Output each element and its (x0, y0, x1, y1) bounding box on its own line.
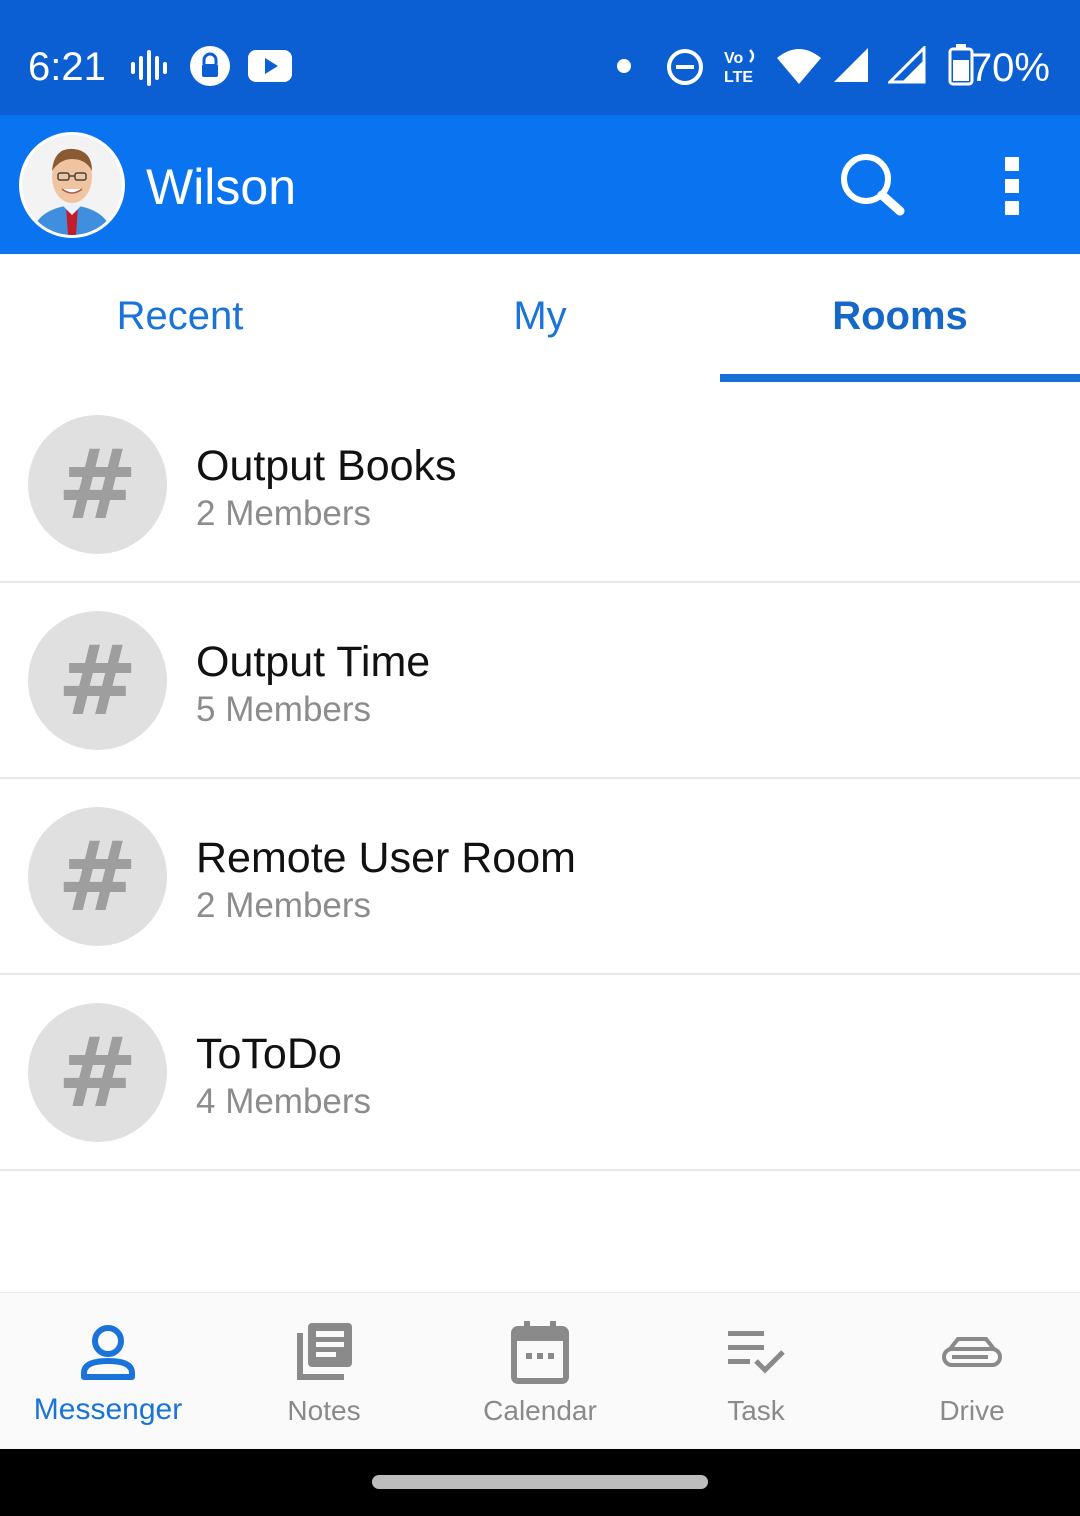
nav-label: Messenger (33, 1393, 183, 1426)
room-members: 2 Members (196, 494, 372, 533)
tab-recent[interactable]: Recent (0, 254, 360, 382)
avatar-image (22, 135, 122, 235)
person-icon (81, 1325, 135, 1380)
search-button[interactable] (836, 149, 908, 221)
app-bar: Wilson (0, 115, 1080, 254)
search-icon (841, 154, 905, 216)
nav-messenger[interactable]: Messenger (0, 1293, 216, 1450)
nav-drive[interactable]: Drive (864, 1293, 1080, 1450)
nav-label: Calendar (483, 1395, 597, 1426)
tab-bar: Recent My Rooms (0, 254, 1080, 382)
volte-icon: Vo LTE (724, 49, 755, 86)
tab-rooms[interactable]: Rooms (720, 254, 1080, 382)
hashtag-icon: # (28, 1003, 167, 1142)
dot-icon (617, 59, 631, 73)
tab-my[interactable]: My (360, 254, 720, 382)
drive-icon (942, 1337, 1002, 1367)
page-title: Wilson (146, 159, 297, 215)
signal-icon (834, 48, 868, 82)
room-name: ToToDo (196, 1030, 342, 1078)
vpn-lock-icon (190, 46, 230, 86)
nav-calendar[interactable]: Calendar (432, 1293, 648, 1450)
more-vert-icon (1005, 157, 1019, 215)
home-gesture-handle[interactable] (372, 1475, 708, 1489)
battery-percent: 70% (969, 46, 1050, 90)
room-members: 4 Members (196, 1082, 372, 1121)
room-members: 5 Members (196, 690, 372, 729)
hashtag-icon: # (28, 611, 167, 750)
wifi-icon (777, 49, 821, 84)
nav-notes[interactable]: Notes (216, 1293, 432, 1450)
nav-label: Notes (287, 1395, 361, 1426)
room-members: 2 Members (196, 886, 372, 925)
hashtag-icon: # (28, 807, 167, 946)
nav-label: Task (727, 1395, 785, 1426)
svg-text:Vo: Vo (724, 50, 743, 67)
status-time: 6:21 (28, 45, 106, 89)
youtube-icon (248, 50, 292, 82)
do-not-disturb-icon (667, 49, 703, 85)
tab-indicator (720, 374, 1080, 382)
calendar-icon (511, 1321, 569, 1384)
list-item[interactable]: # ToToDo 4 Members (0, 975, 1080, 1171)
status-bar: 6:21 Vo LTE 70% (0, 0, 1080, 115)
list-item[interactable]: # Output Books 2 Members (0, 387, 1080, 583)
svg-text:LTE: LTE (724, 69, 753, 86)
more-options-button[interactable] (990, 153, 1034, 219)
system-navigation-bar (0, 1449, 1080, 1516)
notes-icon (297, 1323, 352, 1380)
nav-task[interactable]: Task (648, 1293, 864, 1450)
sound-wave-icon (131, 50, 167, 86)
list-item[interactable]: # Output Time 5 Members (0, 583, 1080, 779)
nav-label: Drive (939, 1395, 1005, 1426)
signal-icon-2 (888, 46, 926, 84)
room-name: Output Books (196, 442, 457, 490)
room-name: Remote User Room (196, 834, 576, 882)
room-list: # Output Books 2 Members # Output Time 5… (0, 387, 1080, 1171)
list-item[interactable]: # Remote User Room 2 Members (0, 779, 1080, 975)
room-name: Output Time (196, 638, 431, 686)
task-icon (728, 1331, 785, 1374)
hashtag-icon: # (28, 415, 167, 554)
bottom-navigation: Messenger Notes Calendar Task Drive (0, 1292, 1080, 1449)
avatar[interactable] (19, 132, 125, 238)
